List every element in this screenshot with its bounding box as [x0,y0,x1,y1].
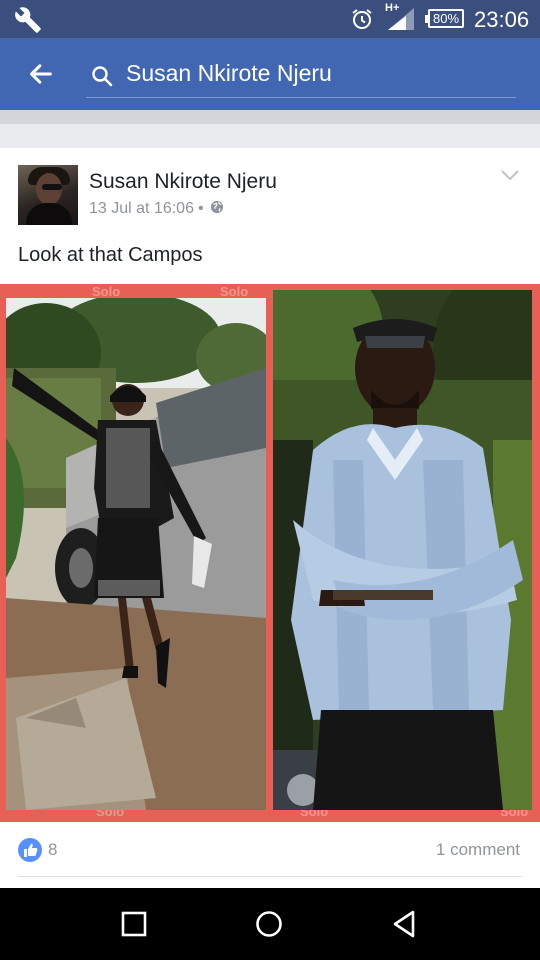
post-meta: 13 Jul at 16:06 • [89,200,224,218]
back-arrow-icon[interactable] [26,60,56,88]
like-reaction-badge[interactable] [18,838,42,862]
back-triangle-icon[interactable] [389,908,421,940]
photo-woman-by-car [6,298,266,810]
system-nav-bar [0,888,540,960]
chevron-down-icon[interactable] [500,168,520,182]
post-author-name[interactable]: Susan Nkirote Njeru [89,170,277,194]
divider [18,876,522,877]
post-card: Susan Nkirote Njeru 13 Jul at 16:06 • Loo… [0,148,540,888]
thumbs-up-icon [24,843,38,857]
meta-separator: • [197,200,204,217]
avatar[interactable] [18,165,78,225]
post-photo[interactable]: Solo Solo Solo Solo Solo [0,284,540,822]
photo-watermark: Solo [220,284,249,299]
battery-icon: 80% [425,9,464,28]
clock-time: 23:06 [474,7,530,32]
photo-watermark: Solo [92,284,121,299]
post-text: Look at that Campos [18,244,203,266]
globe-icon [210,200,223,214]
wrench-icon [15,7,41,33]
like-count[interactable]: 8 [48,840,57,860]
feed-separator [0,110,540,124]
post-date[interactable]: 13 Jul at 16:06 [89,200,194,217]
search-icon [92,66,113,87]
search-query[interactable]: Susan Nkirote Njeru [126,60,332,87]
recent-apps-icon[interactable] [118,908,150,940]
app-bar: Susan Nkirote Njeru [0,38,540,110]
status-bar: H+ 80% 23:06 [0,0,540,38]
photo-man-crossed-arms [273,290,532,810]
alarm-clock-icon [352,9,372,29]
battery-level: 80% [432,11,460,26]
comment-count[interactable]: 1 comment [436,840,520,860]
cell-signal-icon [388,8,414,30]
home-icon[interactable] [253,908,285,940]
search-field[interactable]: Susan Nkirote Njeru [86,52,516,98]
